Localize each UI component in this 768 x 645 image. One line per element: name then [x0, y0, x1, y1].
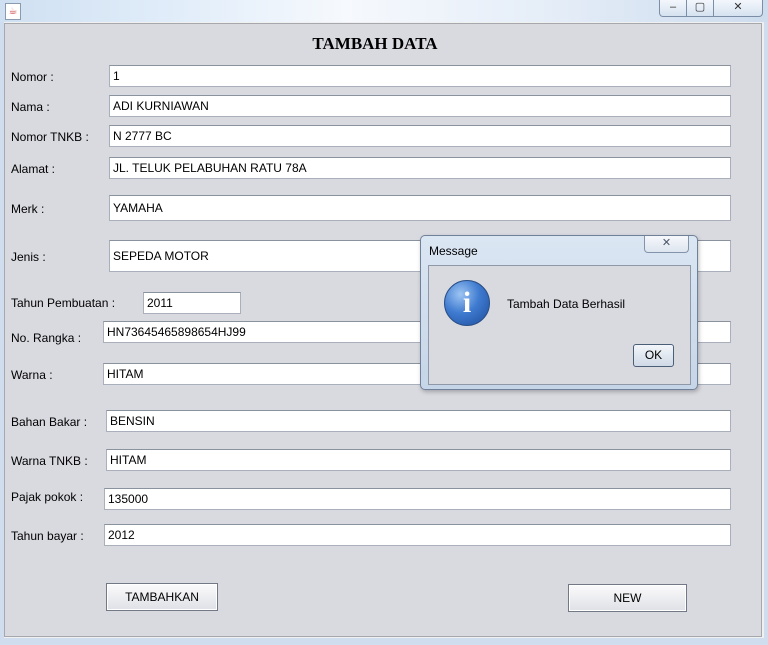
jenis-label: Jenis : — [11, 250, 46, 264]
close-icon: ✕ — [733, 1, 743, 13]
message-dialog: Message ✕ i Tambah Data Berhasil OK — [420, 235, 698, 390]
new-button[interactable]: NEW — [568, 584, 687, 612]
dialog-message: Tambah Data Berhasil — [507, 297, 626, 311]
tahun-pembuatan-field[interactable]: 2011 — [143, 292, 241, 314]
tahun-pembuatan-label: Tahun Pembuatan : — [11, 296, 116, 310]
form-title: TAMBAH DATA — [312, 34, 438, 53]
ok-button[interactable]: OK — [633, 344, 674, 367]
pajak-pokok-field[interactable]: 135000 — [104, 488, 731, 510]
merk-field[interactable]: YAMAHA — [109, 195, 731, 221]
java-app-icon[interactable]: ☕ — [5, 3, 21, 20]
nomor-tnkb-label: Nomor TNKB : — [11, 130, 89, 144]
window-close-button[interactable]: ✕ — [713, 0, 763, 17]
pajak-pokok-label: Pajak pokok : — [11, 490, 84, 504]
nama-field[interactable]: ADI KURNIAWAN — [109, 95, 731, 117]
nomor-tnkb-field[interactable]: N 2777 BC — [109, 125, 731, 147]
dialog-body: i Tambah Data Berhasil OK — [428, 265, 691, 385]
tahun-bayar-label: Tahun bayar : — [11, 529, 84, 543]
tahun-bayar-field[interactable]: 2012 — [104, 524, 731, 546]
close-icon: ✕ — [661, 237, 672, 249]
minimize-button[interactable]: – — [659, 0, 687, 17]
warna-label: Warna : — [11, 368, 53, 382]
no-rangka-label: No. Rangka : — [11, 331, 82, 345]
bahan-bakar-field[interactable]: BENSIN — [106, 410, 731, 432]
maximize-icon: ▢ — [694, 1, 706, 13]
window-titlebar[interactable] — [0, 0, 768, 22]
window-border-bottom — [0, 638, 768, 645]
minimize-icon: – — [669, 1, 677, 13]
warna-tnkb-field[interactable]: HITAM — [106, 449, 731, 471]
nama-label: Nama : — [11, 100, 50, 114]
dialog-close-button[interactable]: ✕ — [644, 236, 689, 253]
alamat-field[interactable]: JL. TELUK PELABUHAN RATU 78A — [109, 157, 731, 179]
dialog-title: Message — [429, 244, 478, 258]
window-border-right — [764, 22, 768, 641]
tambahkan-button[interactable]: TAMBAHKAN — [106, 583, 218, 611]
information-icon: i — [444, 280, 490, 326]
warna-tnkb-label: Warna TNKB : — [11, 454, 88, 468]
alamat-label: Alamat : — [11, 162, 56, 176]
bahan-bakar-label: Bahan Bakar : — [11, 415, 88, 429]
merk-label: Merk : — [11, 202, 45, 216]
nomor-label: Nomor : — [11, 70, 54, 84]
nomor-field[interactable]: 1 — [109, 65, 731, 87]
maximize-button[interactable]: ▢ — [686, 0, 714, 17]
